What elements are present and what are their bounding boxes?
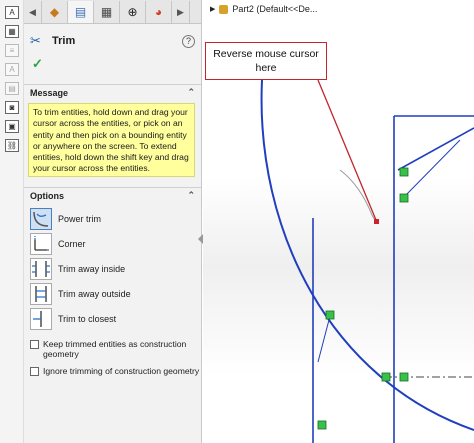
sketch-line-diagonal <box>397 127 474 171</box>
callout-pointer <box>317 79 377 221</box>
sketch-line-short <box>317 315 331 363</box>
sketch-line-diagonal-thin <box>404 139 461 197</box>
annotation-callout: Reverse mouse cursor here <box>205 42 327 80</box>
sketch-arc <box>260 79 474 431</box>
